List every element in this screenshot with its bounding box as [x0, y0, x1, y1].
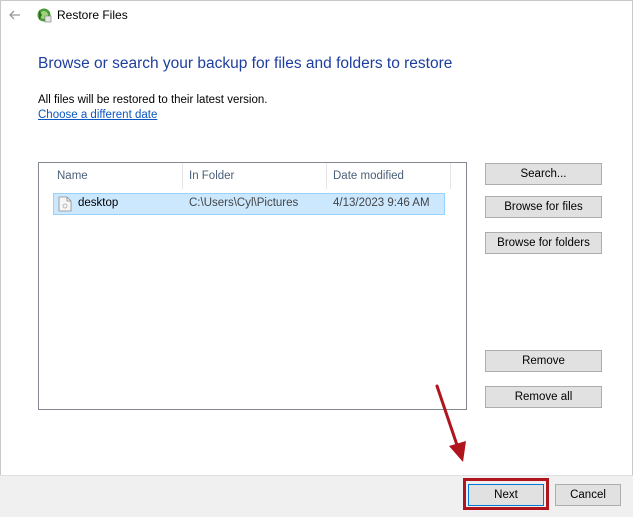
title-bar: Restore Files — [0, 0, 633, 30]
browse-for-files-button[interactable]: Browse for files — [485, 196, 602, 218]
column-header-in-folder[interactable]: In Folder — [183, 163, 327, 189]
row-name: desktop — [78, 197, 119, 209]
window-title: Restore Files — [57, 8, 128, 22]
remove-button[interactable]: Remove — [485, 350, 602, 372]
file-icon — [58, 196, 72, 212]
remove-all-button[interactable]: Remove all — [485, 386, 602, 408]
annotation-arrow-icon — [435, 384, 466, 462]
choose-different-date-link[interactable]: Choose a different date — [38, 109, 157, 121]
back-arrow-icon — [9, 10, 20, 20]
table-row[interactable]: desktop C:\Users\Cyl\Pictures 4/13/2023 … — [53, 193, 445, 215]
column-header-name[interactable]: Name — [51, 163, 183, 189]
back-button[interactable] — [6, 6, 24, 24]
row-folder: C:\Users\Cyl\Pictures — [189, 197, 299, 209]
restore-info-text: All files will be restored to their late… — [38, 94, 268, 106]
browse-for-folders-button[interactable]: Browse for folders — [485, 232, 602, 254]
restore-files-icon — [37, 8, 52, 23]
cancel-button[interactable]: Cancel — [555, 484, 621, 506]
search-button[interactable]: Search... — [485, 163, 602, 185]
row-date: 4/13/2023 9:46 AM — [333, 197, 430, 209]
column-header-date-modified[interactable]: Date modified — [327, 163, 451, 189]
page-heading: Browse or search your backup for files a… — [38, 55, 453, 72]
next-highlight-box — [463, 478, 549, 510]
files-list[interactable]: Name In Folder Date modified desktop C:\… — [38, 162, 467, 410]
